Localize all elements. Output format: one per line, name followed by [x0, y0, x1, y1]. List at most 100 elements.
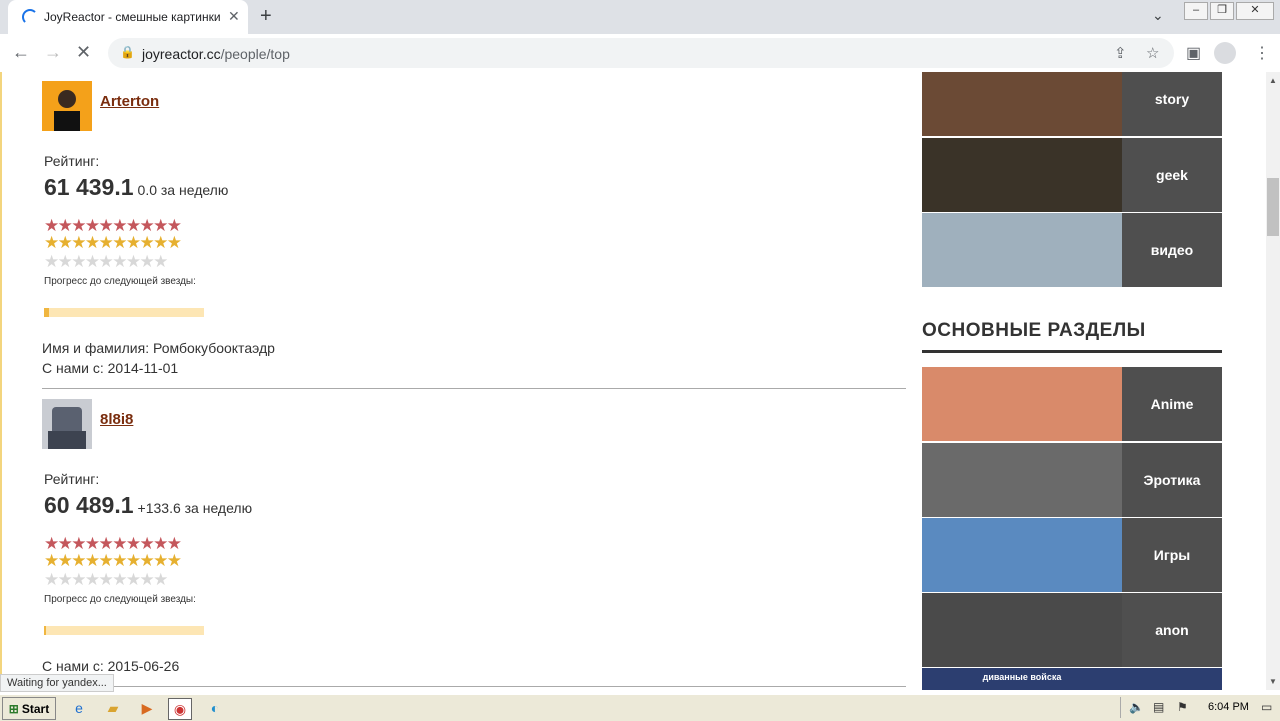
progress-label: Прогресс до следующей звезды: [44, 594, 196, 605]
category-image [922, 518, 1122, 592]
user-divider [42, 388, 906, 389]
network-icon[interactable]: ▤ [1153, 700, 1164, 714]
show-desktop-icon[interactable]: ▭ [1261, 700, 1272, 714]
category-logo-text: диванные войска [982, 672, 1062, 682]
avatar-figure-icon [54, 90, 80, 131]
tab-joyreactor[interactable]: JoyReactor - смешные картинки и ✕ [8, 0, 248, 34]
windows-logo-icon: ⊞ [8, 701, 19, 716]
rating-number: 60 489.1 [44, 492, 134, 518]
forward-arrow-icon[interactable]: → [44, 42, 62, 63]
section-title: ОСНОВНЫЕ РАЗДЕЛЫ [922, 320, 1146, 341]
close-window-button[interactable]: ✕ [1236, 2, 1274, 20]
grey-stars-row: ★★★★★★★★★ [44, 570, 168, 589]
user-name-link[interactable]: Arterton [100, 93, 159, 110]
scroll-up-icon[interactable]: ▲ [1269, 76, 1277, 85]
back-arrow-icon[interactable]: ← [12, 42, 30, 63]
rating-label: Рейтинг: [44, 153, 100, 169]
profile-avatar-icon[interactable] [1214, 42, 1236, 64]
chrome-icon[interactable]: ◉ [168, 698, 192, 720]
sidebar-item-story[interactable]: story [922, 72, 1222, 136]
sidebar-item-anime[interactable]: Anime [922, 367, 1222, 441]
rating-value: 61 439.1 0.0 за неделю [44, 174, 228, 201]
avatar-figure-icon [48, 407, 86, 449]
url-text[interactable]: joyreactor.cc/people/top [142, 46, 290, 62]
user-name-link[interactable]: 8l8i8 [100, 411, 133, 428]
rating-value: 60 489.1 +133.6 за неделю [44, 492, 252, 519]
rating-week: +133.6 за неделю [137, 500, 253, 516]
category-label: Anime [1122, 367, 1222, 441]
tab-search-chevron-icon[interactable]: ⌄ [1152, 7, 1164, 24]
scroll-down-icon[interactable]: ▼ [1269, 677, 1277, 686]
tab-title: JoyReactor - смешные картинки и [44, 10, 222, 24]
gold-stars-row: ★★★★★★★★★★ [44, 551, 182, 570]
category-image [922, 138, 1122, 212]
start-button[interactable]: ⊞ Start [2, 697, 56, 720]
category-image [922, 213, 1122, 287]
sidebar-item-erotica[interactable]: Эротика [922, 443, 1222, 517]
user-divider [42, 686, 906, 687]
bookmark-star-icon[interactable]: ☆ [1146, 44, 1159, 62]
category-image [922, 367, 1122, 441]
progress-bar [44, 626, 204, 635]
lock-icon[interactable]: 🔒 [120, 45, 135, 59]
ie-icon[interactable]: e [68, 698, 90, 718]
progress-bar [44, 308, 204, 317]
share-icon[interactable]: ⇪ [1114, 44, 1127, 62]
fullname-line: Имя и фамилия: Ромбокубооктаэдр [42, 340, 275, 356]
flag-icon[interactable]: ⚑ [1177, 700, 1188, 714]
sidebar-item-geek[interactable]: geek [922, 138, 1222, 212]
since-line: С нами с: 2015-06-26 [42, 658, 180, 674]
page-border [0, 72, 2, 690]
sidebar-item-video[interactable]: видео [922, 213, 1222, 287]
sidebar-item-anon[interactable]: anon [922, 593, 1222, 667]
browser-toolbar: ← → ✕ 🔒 joyreactor.cc/people/top ⇪ ☆ ▣ ⋮ [0, 34, 1280, 73]
taskbar: ⊞ Start e ▰ ▶ ◉ ◐ 🔈 ▤ ⚑ ▭ 6:04 PM [0, 694, 1280, 721]
system-tray: 🔈 ▤ ⚑ ▭ [1120, 697, 1279, 718]
user-avatar[interactable] [42, 81, 92, 131]
side-panel-icon[interactable]: ▣ [1186, 43, 1201, 63]
red-stars-row: ★★★★★★★★★★ [44, 534, 182, 553]
category-image [922, 72, 1122, 136]
restore-window-button[interactable]: ❐ [1210, 2, 1234, 20]
start-label: Start [21, 701, 50, 716]
rating-number: 61 439.1 [44, 174, 134, 200]
category-image [922, 593, 1122, 667]
category-label: Эротика [1122, 443, 1222, 517]
clock: 6:04 PM [1208, 701, 1249, 713]
volume-icon[interactable]: 🔈 [1129, 700, 1144, 714]
new-tab-button[interactable]: + [260, 5, 272, 28]
rating-label: Рейтинг: [44, 471, 100, 487]
url-domain: joyreactor.cc [142, 46, 221, 62]
stop-loading-icon[interactable]: ✕ [76, 42, 91, 63]
category-image [922, 443, 1122, 517]
red-stars-row: ★★★★★★★★★★ [44, 216, 182, 235]
media-player-icon[interactable]: ▶ [136, 698, 158, 718]
category-label: Игры [1122, 518, 1222, 592]
category-label: видео [1122, 213, 1222, 287]
menu-kebab-icon[interactable]: ⋮ [1254, 43, 1270, 63]
since-line: С нами с: 2014-11-01 [42, 360, 179, 376]
grey-stars-row: ★★★★★★★★★ [44, 252, 168, 271]
user-avatar[interactable] [42, 399, 92, 449]
tab-close-icon[interactable]: ✕ [228, 8, 240, 25]
page-content: Arterton Рейтинг: 61 439.1 0.0 за неделю … [0, 72, 1266, 690]
status-bubble: Waiting for yandex... [0, 674, 114, 692]
page-scrollbar[interactable]: ▲ ▼ [1266, 72, 1280, 690]
loading-spinner-icon [22, 9, 38, 25]
progress-label: Прогресс до следующей звезды: [44, 276, 196, 287]
minimize-window-button[interactable]: – [1184, 2, 1208, 20]
folder-icon[interactable]: ▰ [102, 698, 124, 718]
section-underline [922, 350, 1222, 353]
progress-fill [44, 308, 49, 317]
rating-week: 0.0 за неделю [137, 182, 229, 198]
progress-fill [44, 626, 46, 635]
scroll-thumb[interactable] [1267, 178, 1279, 236]
url-path: /people/top [220, 46, 290, 62]
gold-stars-row: ★★★★★★★★★★ [44, 233, 182, 252]
category-label: story [1122, 72, 1222, 136]
category-label: geek [1122, 138, 1222, 212]
sidebar-item-games[interactable]: Игры [922, 518, 1222, 592]
address-bar[interactable]: 🔒 joyreactor.cc/people/top ⇪ ☆ [108, 38, 1174, 68]
sidebar-item-divan[interactable]: диванные войска [922, 668, 1222, 690]
edge-icon[interactable]: ◐ [204, 698, 226, 718]
